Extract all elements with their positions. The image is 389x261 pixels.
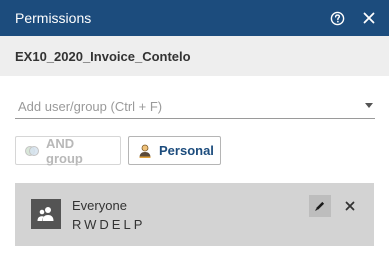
and-group-icon	[24, 143, 40, 159]
close-icon[interactable]	[361, 10, 377, 26]
add-user-group-input[interactable]	[15, 94, 348, 118]
and-group-label: AND group	[46, 135, 83, 166]
entry-permissions: RWDELP	[72, 217, 146, 232]
window-title: Permissions	[15, 10, 92, 26]
help-icon[interactable]	[329, 10, 345, 26]
document-name: EX10_2020_Invoice_Contelo	[15, 48, 191, 64]
and-group-button[interactable]: AND group	[15, 135, 121, 166]
pencil-icon	[315, 201, 325, 211]
personal-label: Personal	[159, 143, 214, 158]
document-name-bar: EX10_2020_Invoice_Contelo	[0, 36, 389, 76]
close-icon	[345, 201, 355, 211]
permission-entry-row[interactable]: Everyone RWDELP	[15, 183, 374, 246]
person-icon	[137, 143, 153, 159]
entry-name: Everyone	[72, 198, 127, 213]
edit-button[interactable]	[309, 195, 331, 217]
personal-button[interactable]: Personal	[128, 136, 221, 165]
window-titlebar: Permissions	[0, 0, 389, 36]
group-avatar-icon	[31, 199, 61, 229]
add-user-group-field[interactable]	[15, 94, 375, 119]
dropdown-caret-icon[interactable]	[365, 103, 373, 108]
remove-button[interactable]	[340, 196, 360, 216]
